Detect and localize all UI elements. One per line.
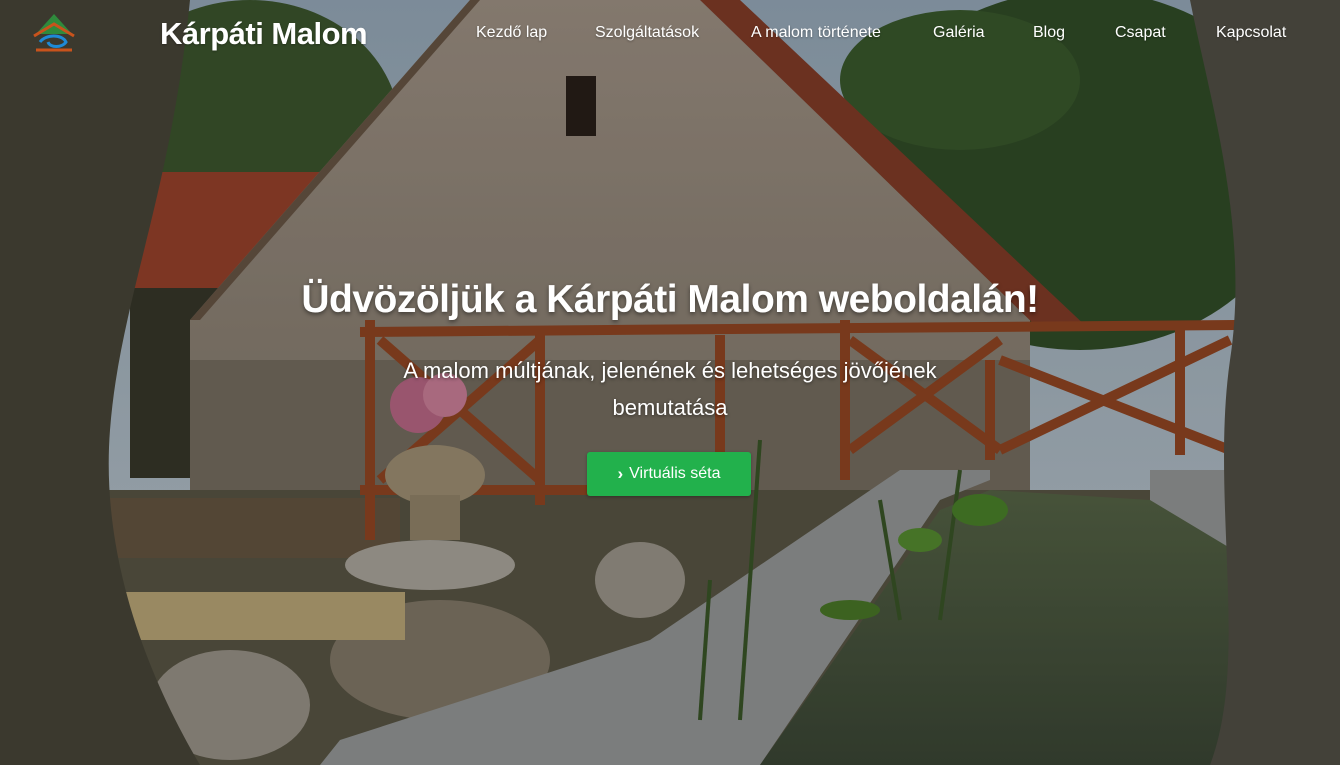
nav-item-szolgaltatasok[interactable]: Szolgáltatások <box>595 24 699 42</box>
navbar: Kárpáti Malom Kezdő lap Szolgáltatások A… <box>0 0 1340 66</box>
nav-item-kezdo-lap[interactable]: Kezdő lap <box>476 24 547 42</box>
chevron-right-icon: › <box>617 464 624 483</box>
mill-logo-icon[interactable] <box>28 12 80 56</box>
nav-item-malom-tortenete[interactable]: A malom története <box>751 24 881 42</box>
virtual-tour-label: Virtuális séta <box>629 465 721 482</box>
hero-title: Üdvözöljük a Kárpáti Malom weboldalán! <box>301 278 1039 321</box>
nav-item-galeria[interactable]: Galéria <box>933 24 985 42</box>
hero-subtitle: A malom múltjának, jelenének és lehetség… <box>403 358 937 420</box>
virtual-tour-button[interactable]: › Virtuális séta <box>587 452 751 496</box>
nav-item-kapcsolat[interactable]: Kapcsolat <box>1216 24 1286 42</box>
brand-name[interactable]: Kárpáti Malom <box>160 16 368 52</box>
nav-item-csapat[interactable]: Csapat <box>1115 24 1166 42</box>
nav-item-blog[interactable]: Blog <box>1033 24 1065 42</box>
hero-section: Kárpáti Malom Kezdő lap Szolgáltatások A… <box>0 0 1340 765</box>
